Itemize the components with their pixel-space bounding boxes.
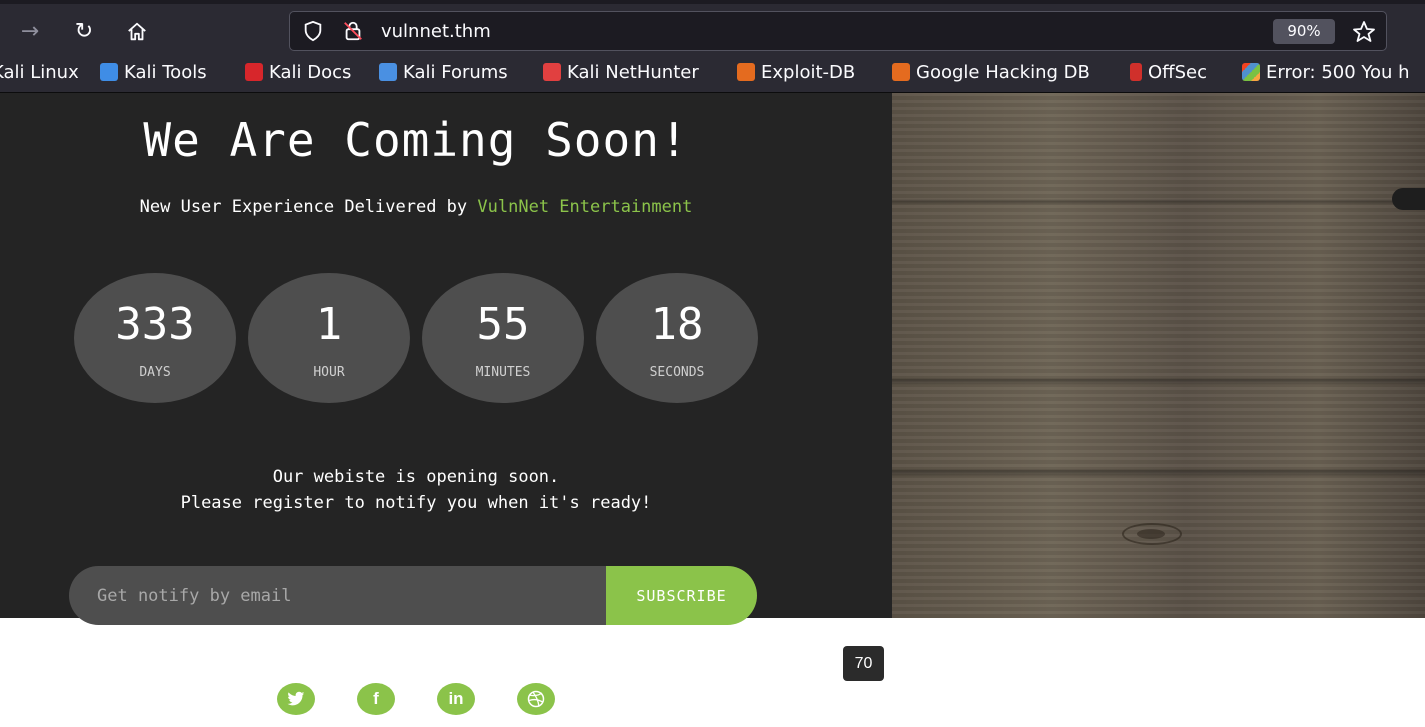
- url-text[interactable]: vulnnet.thm: [381, 21, 491, 42]
- insecure-lock-icon[interactable]: [342, 20, 364, 42]
- twitter-icon[interactable]: [277, 683, 315, 715]
- bookmark-offsec[interactable]: OffSec: [1130, 62, 1207, 84]
- linkedin-icon[interactable]: in: [437, 683, 475, 715]
- page-subtitle: New User Experience Delivered by VulnNet…: [0, 197, 832, 217]
- wood-knot-center: [1137, 529, 1165, 539]
- facebook-icon[interactable]: f: [357, 683, 395, 715]
- forward-icon[interactable]: →: [16, 18, 44, 46]
- kali-forums-icon: [379, 63, 397, 81]
- bookmark-label: Exploit-DB: [761, 62, 856, 83]
- countdown-minutes: 55 MINUTES: [422, 273, 584, 403]
- subscribe-button[interactable]: SUBSCRIBE: [606, 566, 757, 625]
- bookmark-label: Kali Docs: [269, 62, 352, 83]
- countdown-value: 18: [650, 299, 704, 350]
- shield-icon[interactable]: [302, 20, 324, 42]
- bookmark-label: Kali NetHunter: [567, 62, 699, 83]
- page-title: We Are Coming Soon!: [143, 113, 689, 167]
- bookmark-label: Kali Tools: [124, 62, 207, 83]
- countdown-unit: MINUTES: [475, 365, 531, 380]
- bookmark-kali-forums[interactable]: Kali Forums: [379, 62, 508, 84]
- countdown-unit: DAYS: [139, 365, 171, 380]
- countdown-days: 333 DAYS: [74, 273, 236, 403]
- brand-name: VulnNet Entertainment: [477, 197, 693, 217]
- reload-icon[interactable]: ↻: [70, 18, 98, 46]
- email-input[interactable]: [69, 566, 629, 625]
- bookmark-kali-docs[interactable]: Kali Docs: [245, 62, 351, 84]
- dribbble-icon[interactable]: [517, 683, 555, 715]
- bookmark-error-500[interactable]: Error: 500 You h: [1242, 62, 1410, 84]
- bookmark-label: OffSec: [1148, 62, 1207, 83]
- browser-toolbar: → ↻ vulnnet.thm 90%: [0, 0, 1425, 56]
- opening-message: Our webiste is opening soon.: [272, 467, 560, 487]
- bookmark-kali-nethunter[interactable]: Kali NetHunter: [543, 62, 699, 84]
- bookmark-label: Google Hacking DB: [916, 62, 1090, 83]
- offsec-icon: [1130, 63, 1142, 81]
- bookmark-star-icon[interactable]: [1352, 20, 1376, 44]
- subtitle-text: New User Experience Delivered by: [139, 197, 478, 217]
- exploit-db-icon: [737, 63, 755, 81]
- home-icon[interactable]: [123, 18, 151, 46]
- scroll-tooltip: 70: [843, 646, 884, 681]
- wood-background-image: [892, 93, 1425, 618]
- zoom-level-badge[interactable]: 90%: [1273, 19, 1335, 44]
- bookmark-label: Kali Forums: [403, 62, 508, 83]
- kali-tools-icon: [100, 63, 118, 81]
- bookmark-label: Error: 500 You h: [1266, 62, 1410, 83]
- image-object: [1392, 188, 1425, 210]
- bookmark-google-hacking-db[interactable]: Google Hacking DB: [892, 62, 1090, 84]
- kali-docs-icon: [245, 63, 263, 81]
- countdown-unit: SECONDS: [649, 365, 705, 380]
- register-message: Please register to notify you when it's …: [180, 493, 652, 513]
- countdown-unit: HOUR: [313, 365, 345, 380]
- bookmark-kali-linux[interactable]: Kali Linux: [0, 62, 79, 84]
- bookmark-kali-tools[interactable]: Kali Tools: [100, 62, 207, 84]
- countdown-hours: 1 HOUR: [248, 273, 410, 403]
- countdown-value: 1: [315, 299, 343, 350]
- countdown-seconds: 18 SECONDS: [596, 273, 758, 403]
- url-bar[interactable]: vulnnet.thm 90%: [289, 11, 1387, 51]
- ghdb-icon: [892, 63, 910, 81]
- nethunter-icon: [543, 63, 561, 81]
- bookmark-label: Kali Linux: [0, 62, 79, 83]
- bookmarks-toolbar: Kali Linux Kali Tools Kali Docs Kali For…: [0, 56, 1425, 93]
- joomla-icon: [1242, 63, 1260, 81]
- countdown-value: 55: [476, 299, 530, 350]
- bookmark-exploit-db[interactable]: Exploit-DB: [737, 62, 855, 84]
- countdown-value: 333: [115, 299, 195, 350]
